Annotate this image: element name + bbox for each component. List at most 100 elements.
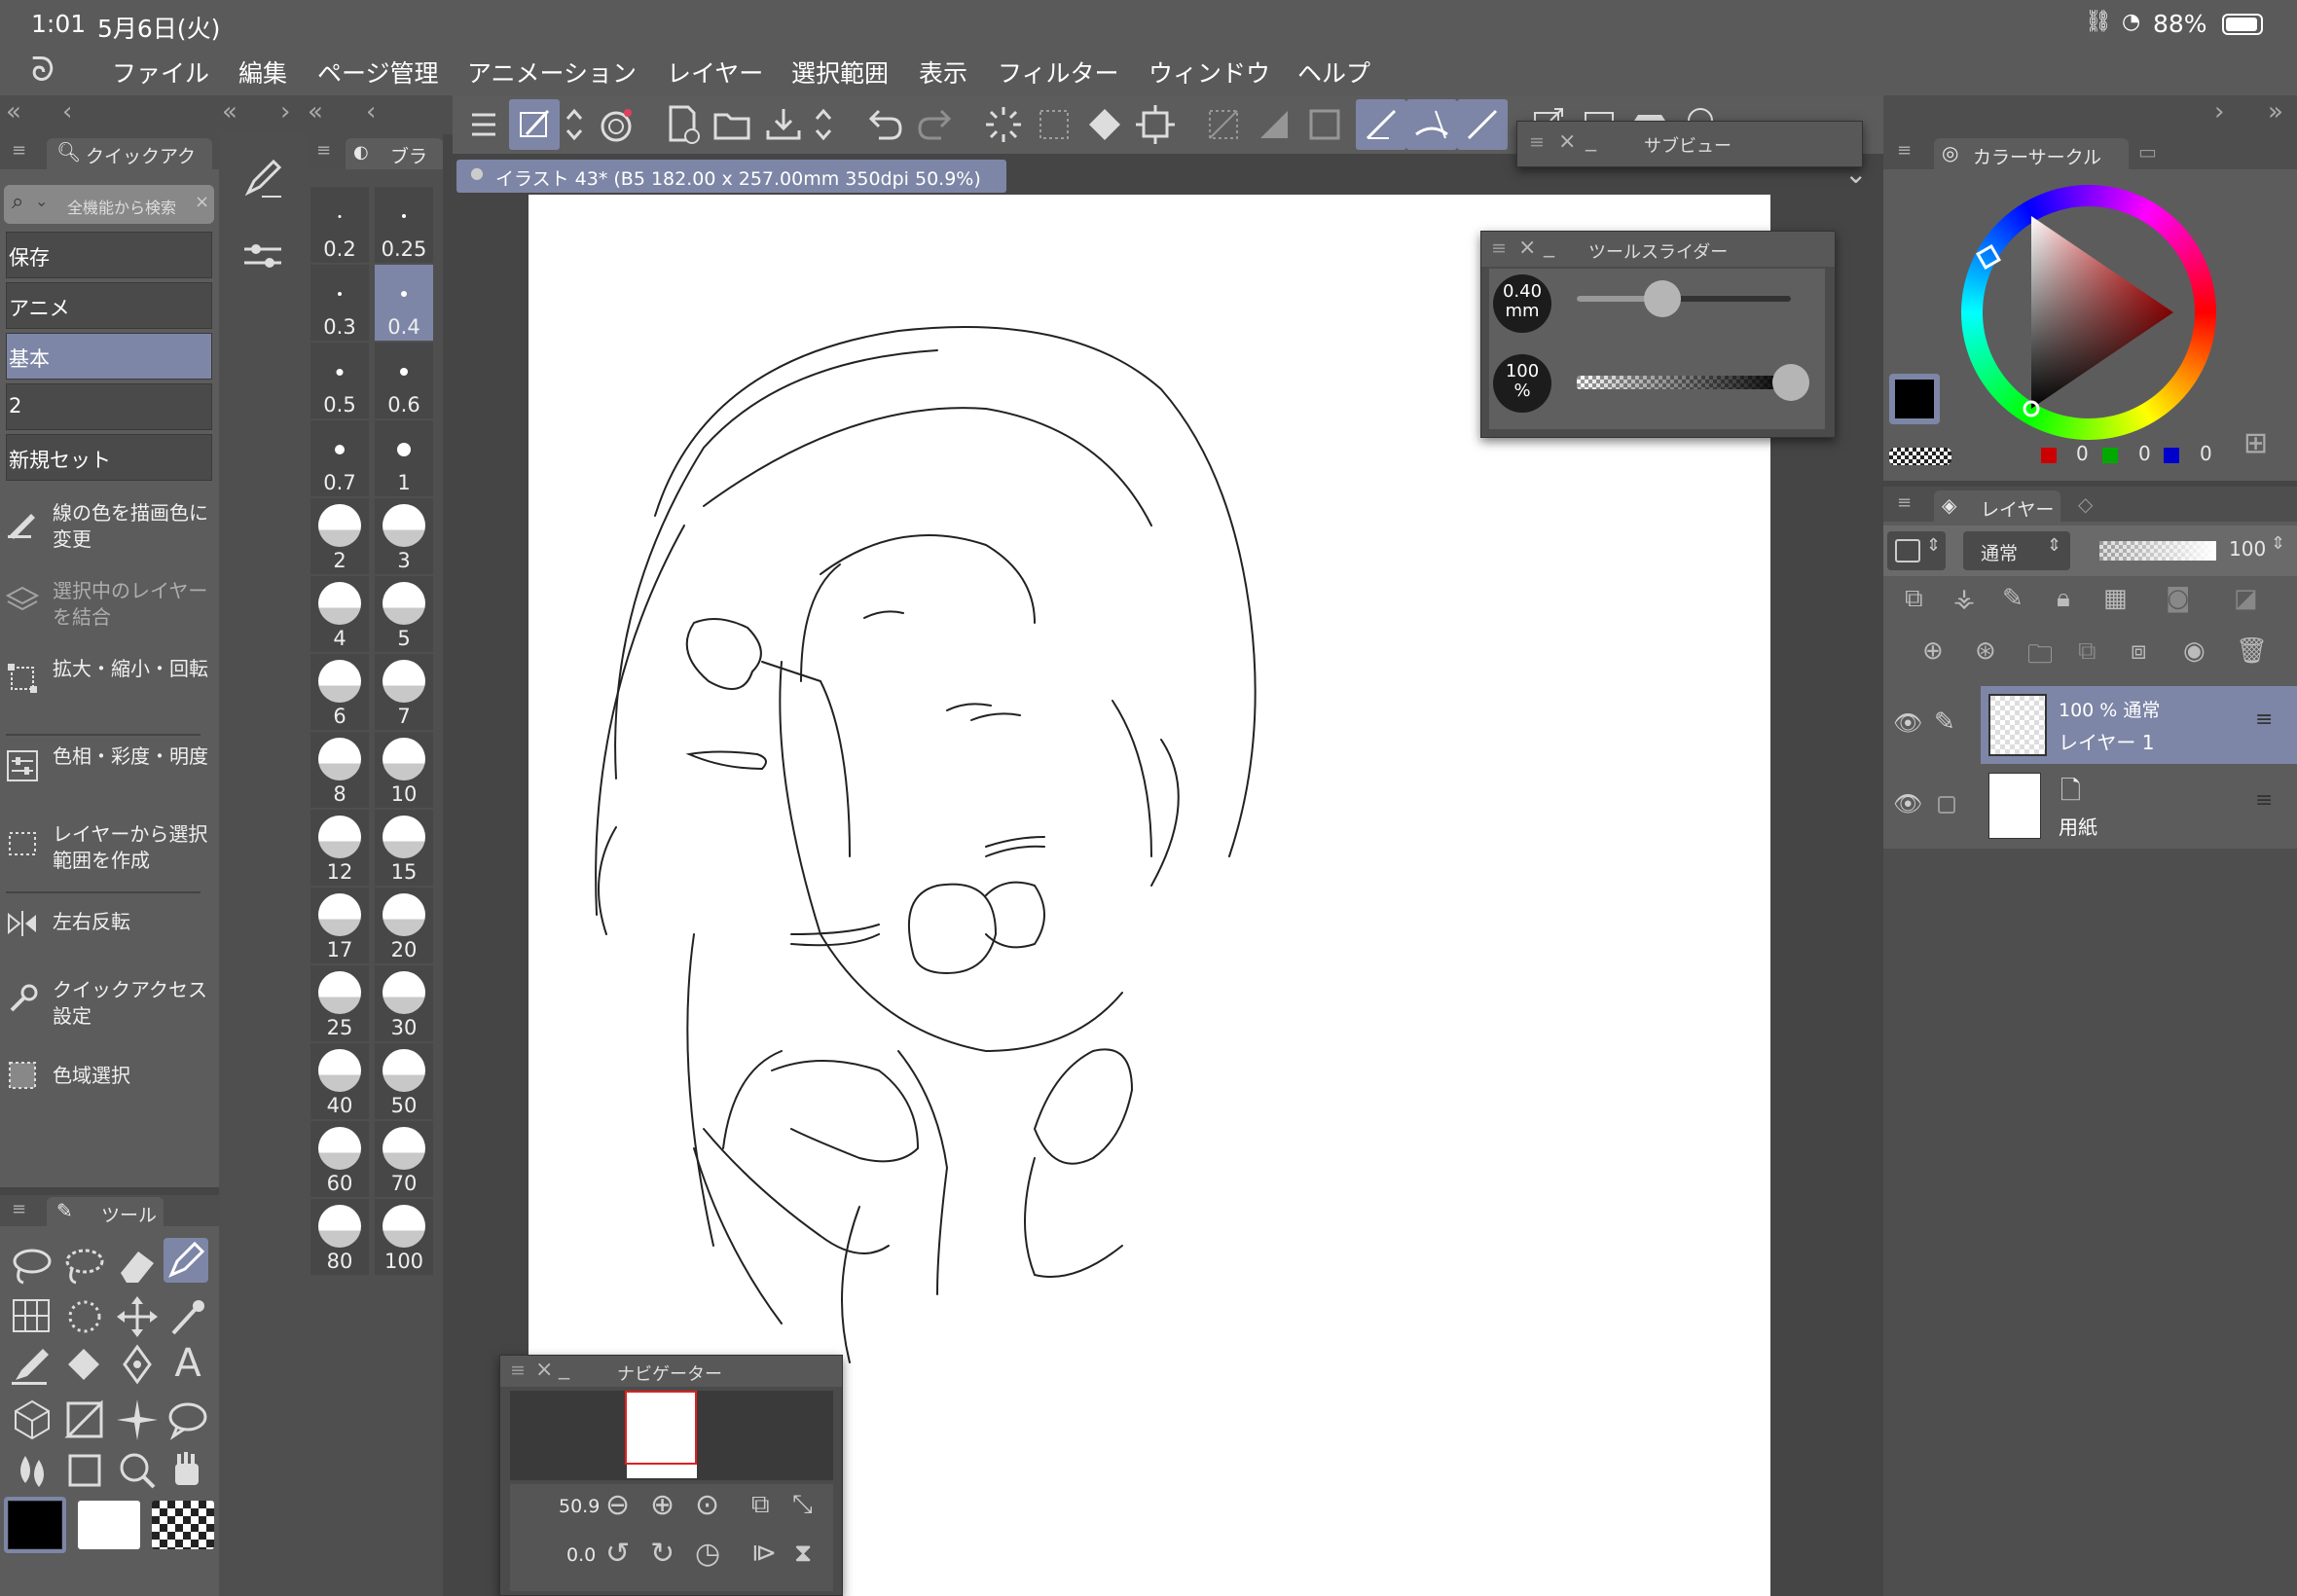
layer-checkbox[interactable] [1938, 796, 1955, 814]
pen-tool-icon[interactable] [164, 1238, 208, 1283]
visibility-eye-icon[interactable]: 👁︎ [1893, 790, 1922, 817]
close-icon[interactable]: × [535, 1358, 553, 1382]
blend-shape-select[interactable]: ⇕ [1887, 531, 1946, 570]
drag-handle-icon[interactable]: ≡ [2255, 788, 2273, 813]
collapse-right-icon[interactable]: » [2268, 97, 2283, 127]
pen-settings-icon[interactable] [238, 154, 287, 202]
brush-size-cell[interactable]: 100 [375, 1199, 433, 1275]
frame-icon[interactable] [60, 1396, 109, 1444]
rotate-right-icon[interactable]: ↻ [650, 1537, 675, 1571]
brush-size-cell[interactable]: 6 [310, 654, 369, 730]
snap-grid-icon[interactable] [1457, 99, 1508, 150]
text-tool-icon[interactable]: A [164, 1341, 212, 1390]
navigator-preview[interactable] [510, 1391, 833, 1480]
zoom-in-icon[interactable]: ⊕ [650, 1488, 675, 1522]
chevron-right-icon[interactable]: › [2214, 97, 2224, 127]
main-color-swatch[interactable] [4, 1497, 66, 1553]
draft-layer-icon[interactable]: ✎ [2002, 584, 2024, 613]
chevron-updown-icon[interactable] [809, 99, 838, 150]
main-color-chip[interactable] [1889, 374, 1940, 424]
brush-size-cell[interactable]: 3 [375, 498, 433, 574]
grid-icon[interactable] [8, 1292, 56, 1341]
layer-row[interactable]: 👁︎ 🗋︎ 用紙 ≡ [1883, 767, 2297, 845]
speech-balloon-icon[interactable] [164, 1396, 212, 1444]
brush-size-cell[interactable]: 17 [310, 888, 369, 963]
lock-transparent-icon[interactable]: ▦ [2103, 584, 2128, 613]
undo-icon[interactable] [859, 99, 910, 150]
drag-handle-icon[interactable]: ≡ [1491, 237, 1507, 259]
blend-drops-icon[interactable] [8, 1446, 56, 1495]
selection-lasso-icon[interactable] [60, 1242, 109, 1290]
brush-size-cell[interactable]: 8 [310, 732, 369, 808]
brush-size-slider[interactable] [1577, 280, 1791, 317]
panel-menu-icon[interactable]: ≡ [12, 1199, 26, 1219]
fill-bucket-icon[interactable] [60, 1341, 109, 1390]
brush-size-cell[interactable]: 0.5 [310, 343, 369, 418]
menu-page[interactable]: ページ管理 [317, 54, 439, 90]
eyedropper-icon[interactable] [164, 1292, 212, 1341]
close-icon[interactable]: × [1518, 236, 1536, 260]
brush-size-cell[interactable]: 5 [375, 576, 433, 652]
fit-window-icon[interactable]: ⊙ [695, 1488, 719, 1522]
new-vector-layer-icon[interactable]: ⊛ [1975, 636, 1996, 666]
minimize-icon[interactable]: _ [1544, 234, 1554, 258]
brush-size-cell[interactable]: 0.2 [310, 187, 369, 263]
delete-layer-icon[interactable]: 🗑︎ [2236, 636, 2268, 666]
merge-down-icon[interactable]: ⧈ [2131, 636, 2147, 667]
layer-opacity-slider[interactable] [2099, 541, 2216, 561]
drag-handle-icon[interactable]: ≡ [2255, 707, 2273, 732]
zoom-icon[interactable] [113, 1446, 162, 1495]
rotate-left-icon[interactable]: ↺ [605, 1537, 630, 1571]
flip-vertical-icon[interactable]: ⧗ [794, 1539, 812, 1569]
set-anime[interactable]: アニメ [6, 282, 212, 329]
panel-menu-icon[interactable]: ≡ [1897, 492, 1912, 513]
3d-cube-icon[interactable] [8, 1396, 56, 1444]
layer-tab[interactable]: ◈ レイヤー [1934, 490, 2060, 522]
eraser-icon[interactable] [113, 1242, 162, 1290]
quick-access-tab[interactable]: 🔍︎ クイックアク [47, 138, 212, 169]
color-settings-tab-icon[interactable]: ▭ [2138, 140, 2157, 163]
blend-mode-select[interactable]: 通常 ⇕ [1963, 531, 2070, 570]
reset-rotation-icon[interactable]: ◷ [695, 1537, 720, 1571]
color-circle-tab[interactable]: ◎ カラーサークル [1934, 138, 2129, 169]
menu-filter[interactable]: フィルター [998, 54, 1119, 90]
panel-menu-icon[interactable]: ≡ [316, 140, 331, 161]
rectangle-icon[interactable] [60, 1446, 109, 1495]
menu-help[interactable]: ヘルプ [1297, 54, 1370, 90]
sub-color-swatch[interactable] [78, 1501, 140, 1549]
saturation-triangle[interactable] [1961, 185, 2216, 440]
move-icon[interactable] [113, 1292, 162, 1341]
brush-size-cell[interactable]: 20 [375, 888, 433, 963]
new-raster-layer-icon[interactable]: ⊕ [1922, 636, 1944, 666]
slider-knob[interactable] [1772, 364, 1809, 401]
cmd-quick-access-settings[interactable]: クイックアクセス設定 [6, 977, 207, 1035]
brush-size-cell[interactable]: 7 [375, 654, 433, 730]
close-icon[interactable]: × [195, 192, 209, 212]
brush-size-cell[interactable]: 40 [310, 1043, 369, 1119]
fit-page-icon[interactable]: ⧉ [751, 1490, 770, 1520]
menu-layer[interactable]: レイヤー [667, 54, 763, 90]
navigator-titlebar[interactable]: ≡ × _ ナビゲーター [500, 1356, 842, 1387]
tool-slider-titlebar[interactable]: ≡ × _ ツールスライダー [1481, 232, 1835, 267]
collapse-left-icon[interactable]: « [6, 97, 21, 127]
visibility-eye-icon[interactable]: 👁︎ [1893, 709, 1922, 737]
brush-size-cell[interactable]: 0.3 [310, 265, 369, 341]
snap-special-ruler-icon[interactable] [1406, 99, 1457, 150]
hamburger-menu-icon[interactable] [458, 99, 509, 150]
lock-icon[interactable]: 🔒︎ [2057, 584, 2070, 614]
open-folder-icon[interactable] [708, 99, 758, 150]
transparent-chip[interactable] [1889, 448, 1951, 465]
layer-mask-icon[interactable]: ◉ [2183, 636, 2206, 666]
select-all-icon[interactable] [1299, 99, 1350, 150]
brush-size-cell[interactable]: 0.25 [375, 187, 433, 263]
panel-menu-icon[interactable]: ≡ [1897, 140, 1912, 161]
cmd-line-color[interactable]: 線の色を描画色に変更 [6, 500, 208, 559]
vector-pen-icon[interactable] [113, 1341, 162, 1390]
chevron-left-icon[interactable]: ‹ [62, 97, 72, 127]
color-mode-icon[interactable]: ⊞ [2243, 426, 2268, 460]
layer-property-tab-icon[interactable]: ◇ [2078, 492, 2093, 516]
collapse-left-icon[interactable]: « [222, 97, 237, 127]
brush-size-tab[interactable]: ◐ ブラ [346, 138, 443, 169]
brush-size-cell[interactable]: 15 [375, 810, 433, 886]
cmd-merge-layer[interactable]: 選択中のレイヤーを結合 [6, 578, 207, 636]
